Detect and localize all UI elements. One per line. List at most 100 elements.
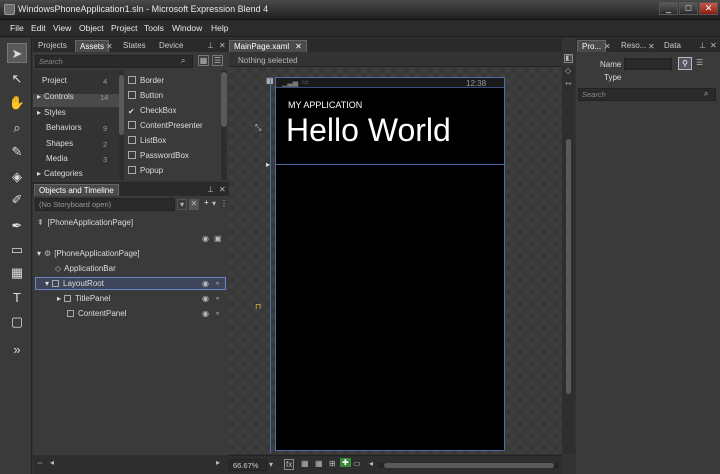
zoom-level-input[interactable]: 66.67% (229, 459, 267, 471)
pin-icon[interactable]: ⊥ (207, 41, 214, 50)
scope-root[interactable]: ⇞ [PhoneApplicationPage] (37, 218, 133, 227)
close-icon[interactable]: ✕ (295, 42, 302, 51)
selection-tool-icon[interactable]: ➤ (7, 43, 27, 63)
storyboard-dropdown-icon[interactable]: ▾ (177, 199, 187, 210)
pin-icon[interactable]: ⊥ (207, 185, 214, 194)
snap-lines-icon[interactable]: ⊞ (329, 459, 336, 468)
category-shapes[interactable]: Shapes (46, 139, 73, 148)
category-behaviors[interactable]: Behaviors (46, 123, 82, 132)
control-popup[interactable]: Popup (128, 166, 163, 175)
properties-search-input[interactable]: Search (578, 88, 716, 101)
eye-icon[interactable]: ◉ (202, 294, 209, 303)
tree-item-layoutroot[interactable]: ▾ LayoutRoot (45, 279, 104, 288)
eye-icon[interactable]: ◉ (202, 279, 209, 288)
close-button[interactable]: ✕ (699, 2, 718, 15)
comment-icon[interactable]: ▭ (353, 459, 361, 468)
page-title[interactable]: Hello World (286, 112, 451, 149)
name-input[interactable] (624, 58, 672, 70)
pin-icon[interactable]: ⊥ (699, 41, 706, 50)
category-styles[interactable]: ▸ Styles (37, 108, 66, 117)
control-passwordbox[interactable]: PasswordBox (128, 151, 189, 160)
list-view-icon[interactable]: ☰ (212, 55, 223, 66)
categories-scrollbar[interactable] (119, 70, 124, 180)
tree-item-titlepanel[interactable]: ▸ TitlePanel (57, 294, 110, 303)
tab-data[interactable]: Data (660, 40, 685, 51)
snap-grid-icon[interactable]: ▦ (315, 459, 323, 468)
minimize-button[interactable]: _ (659, 2, 678, 15)
control-button[interactable]: Button (128, 91, 163, 100)
menu-help[interactable]: Help (211, 23, 228, 33)
category-project[interactable]: Project (39, 76, 67, 85)
lock-icon[interactable]: ▣ (214, 234, 222, 243)
grid-view-icon[interactable]: ▦ (198, 55, 209, 66)
tree-item-applicationbar[interactable]: ◇ ApplicationBar (55, 264, 116, 273)
category-categories[interactable]: ▸ Categories (37, 169, 83, 178)
control-listbox[interactable]: ListBox (128, 136, 166, 145)
paint-bucket-tool-icon[interactable]: ◈ (7, 167, 27, 187)
control-checkbox[interactable]: ✔ CheckBox (128, 106, 176, 116)
eye-icon[interactable]: ◉ (202, 309, 209, 318)
scroll-right-icon[interactable]: ▸ (216, 458, 220, 467)
app-icon[interactable] (4, 4, 15, 15)
search-icon[interactable]: ⌕ (181, 56, 185, 66)
close-icon[interactable]: ✕ (219, 185, 226, 194)
controls-scrollbar[interactable] (221, 70, 227, 180)
asset-library-icon[interactable]: » (7, 340, 27, 360)
resize-icon[interactable]: ⤡ (255, 123, 261, 133)
application-title[interactable]: MY APPLICATION (288, 100, 362, 110)
maximize-button[interactable]: □ (679, 2, 698, 15)
assets-search-input[interactable]: Search (35, 55, 193, 68)
more-icon[interactable]: ⋮ (220, 199, 228, 208)
close-storyboard-icon[interactable]: ✕ (189, 199, 199, 210)
properties-list-icon[interactable]: ☰ (696, 58, 703, 67)
effects-toggle-icon[interactable]: fx (284, 459, 295, 470)
scroll-left-icon[interactable]: ◂ (50, 458, 54, 467)
brush-transform-tool-icon[interactable]: ✐ (7, 190, 27, 210)
tab-states[interactable]: States (119, 40, 150, 51)
storyboard-selector[interactable]: (No Storyboard open) (35, 198, 175, 211)
tab-device[interactable]: Device (155, 40, 187, 51)
text-tool-icon[interactable]: T (7, 288, 27, 308)
design-view-icon[interactable]: ◧ (564, 54, 573, 63)
menu-window[interactable]: Window (172, 23, 202, 33)
close-icon[interactable]: ✕ (106, 42, 113, 51)
menu-tools[interactable]: Tools (144, 23, 164, 33)
scroll-left-icon[interactable]: ◂ (369, 459, 373, 468)
lock-dot-icon[interactable]: ∘ (215, 294, 220, 303)
artboard-horizontal-scrollbar[interactable] (379, 463, 559, 468)
tree-item-phoneapplicationpage[interactable]: ▾ ⚙ [PhoneApplicationPage] (37, 249, 140, 258)
category-controls[interactable]: ▸ Controls (37, 92, 74, 101)
close-icon[interactable]: ✕ (648, 42, 655, 51)
phone-page[interactable]: ▁▃▅ ▭ 12:38 MY APPLICATION Hello World (275, 77, 505, 451)
eye-icon[interactable]: ◉ (202, 234, 209, 243)
lock-dot-icon[interactable]: ∘ (215, 309, 220, 318)
tab-resources[interactable]: Reso... (617, 40, 650, 51)
close-icon[interactable]: ✕ (604, 42, 611, 51)
control-contentpresenter[interactable]: ContentPresenter (128, 121, 203, 130)
menu-project[interactable]: Project (111, 23, 137, 33)
close-icon[interactable]: ✕ (219, 41, 226, 50)
category-media[interactable]: Media (46, 154, 68, 163)
lock-dot-icon[interactable]: ∘ (215, 279, 220, 288)
events-icon[interactable]: ⚲ (678, 57, 692, 70)
eyedropper-tool-icon[interactable]: ✎ (7, 142, 27, 162)
tab-objects-timeline[interactable]: Objects and Timeline (34, 184, 119, 196)
tree-item-contentpanel[interactable]: ContentPanel (67, 309, 126, 318)
menu-object[interactable]: Object (79, 23, 104, 33)
rectangle-tool-icon[interactable]: ▭ (7, 240, 27, 260)
search-icon[interactable]: ⌕ (704, 89, 708, 99)
artboard-vertical-scrollbar[interactable] (562, 67, 575, 454)
menu-view[interactable]: View (53, 23, 71, 33)
close-icon[interactable]: ✕ (710, 41, 717, 50)
pin-marker-icon[interactable]: ⊓ (255, 302, 261, 311)
annotations-icon[interactable]: ✚ (340, 458, 351, 467)
zoom-dropdown-icon[interactable]: ▾ (269, 460, 273, 469)
pen-tool-icon[interactable]: ✒ (7, 216, 27, 236)
menu-edit[interactable]: Edit (31, 23, 46, 33)
menu-file[interactable]: File (10, 23, 24, 33)
control-border[interactable]: Border (128, 76, 164, 85)
grid-tool-icon[interactable]: ▦ (7, 263, 27, 283)
dropdown-icon[interactable]: ▾ (212, 199, 216, 208)
split-view-icon[interactable]: ⇿ (565, 79, 572, 88)
zoom-tool-icon[interactable]: ⌕ (7, 118, 27, 138)
